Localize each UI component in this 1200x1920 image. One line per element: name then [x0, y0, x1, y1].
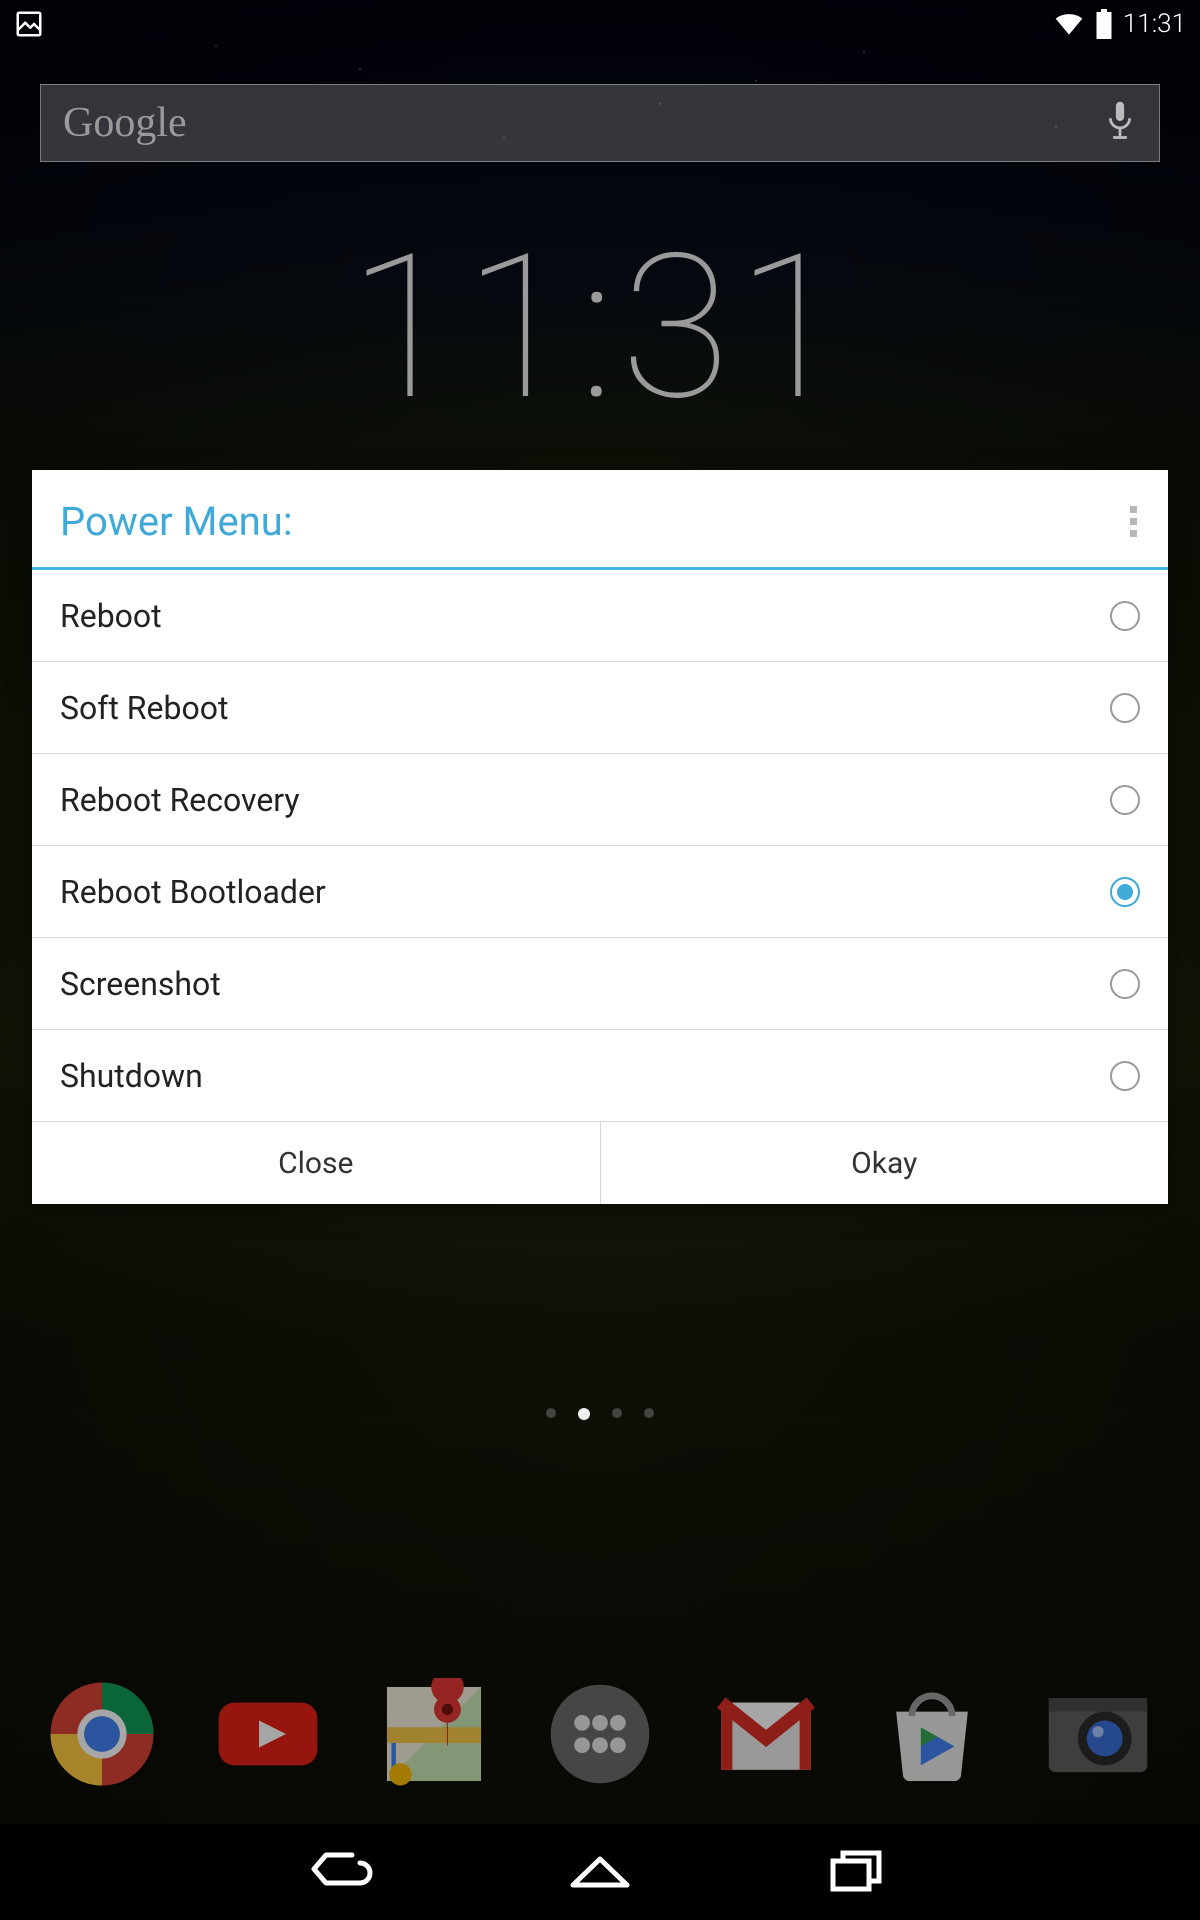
option-reboot[interactable]: Reboot: [32, 570, 1168, 662]
option-reboot-bootloader[interactable]: Reboot Bootloader: [32, 846, 1168, 938]
okay-button[interactable]: Okay: [601, 1122, 1169, 1204]
overflow-menu-icon[interactable]: [1130, 506, 1140, 537]
status-bar: 11:31: [0, 0, 1200, 48]
recents-button[interactable]: [823, 1845, 893, 1899]
option-label: Soft Reboot: [60, 689, 228, 727]
app-chrome[interactable]: [46, 1678, 158, 1790]
home-page-indicator: [0, 1408, 1200, 1420]
close-button[interactable]: Close: [32, 1122, 601, 1204]
page-dot: [612, 1408, 622, 1418]
radio-icon[interactable]: [1110, 1061, 1140, 1091]
radio-icon[interactable]: [1110, 785, 1140, 815]
page-dot: [546, 1408, 556, 1418]
radio-icon[interactable]: [1110, 969, 1140, 999]
option-label: Reboot: [60, 597, 162, 635]
wifi-icon: [1053, 8, 1085, 40]
home-button[interactable]: [565, 1845, 635, 1899]
page-dot: [644, 1408, 654, 1418]
voice-search-icon[interactable]: [1103, 99, 1137, 147]
dialog-title: Power Menu:: [60, 498, 293, 545]
app-drawer[interactable]: [544, 1678, 656, 1790]
option-label: Reboot Recovery: [60, 781, 300, 819]
back-button[interactable]: [308, 1845, 378, 1899]
home-clock-widget[interactable]: 11:31: [0, 210, 1200, 445]
app-maps[interactable]: [378, 1678, 490, 1790]
app-gmail[interactable]: [710, 1678, 822, 1790]
battery-icon: [1095, 9, 1113, 39]
power-menu-dialog: Power Menu: Reboot Soft Reboot Reboot Re…: [32, 470, 1168, 1204]
option-label: Shutdown: [60, 1057, 203, 1095]
status-time: 11:31: [1123, 9, 1186, 39]
radio-icon[interactable]: [1110, 601, 1140, 631]
page-dot-active: [578, 1408, 590, 1420]
dialog-header: Power Menu:: [32, 470, 1168, 570]
app-youtube[interactable]: [212, 1678, 324, 1790]
radio-icon[interactable]: [1110, 877, 1140, 907]
option-shutdown[interactable]: Shutdown: [32, 1030, 1168, 1122]
navigation-bar: [0, 1824, 1200, 1920]
dock: [0, 1678, 1200, 1790]
option-reboot-recovery[interactable]: Reboot Recovery: [32, 754, 1168, 846]
google-logo-text: Google: [63, 99, 187, 147]
radio-icon[interactable]: [1110, 693, 1140, 723]
option-soft-reboot[interactable]: Soft Reboot: [32, 662, 1168, 754]
option-label: Screenshot: [60, 965, 221, 1003]
option-screenshot[interactable]: Screenshot: [32, 938, 1168, 1030]
app-camera[interactable]: [1042, 1678, 1154, 1790]
app-play-store[interactable]: [876, 1678, 988, 1790]
notification-picture-icon: [14, 9, 44, 39]
google-search-widget[interactable]: Google: [40, 84, 1160, 162]
dialog-button-bar: Close Okay: [32, 1122, 1168, 1204]
option-label: Reboot Bootloader: [60, 873, 326, 911]
